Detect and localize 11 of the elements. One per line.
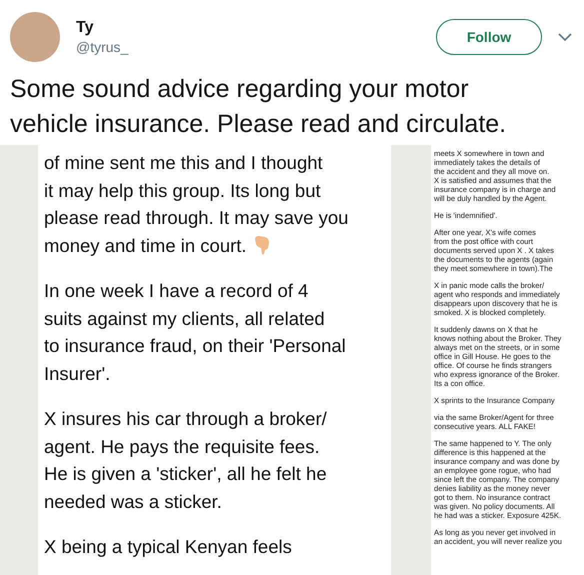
message-paragraph: In one week I have a record of 4 suits against my clients, all related to insurance fraud, on their 'Personal Insurer'.: [44, 279, 347, 386]
avatar-placeholder: [10, 12, 60, 62]
chevron-down-icon[interactable]: [558, 32, 572, 42]
message-paragraph: X insures his car through a broker/ agent. He pays the requisite fees. He is given a 'sticker', all he felt he needed was a sticker.: [44, 407, 328, 514]
author-handle: @tyrus_: [76, 39, 128, 55]
follow-button[interactable]: Follow: [436, 19, 542, 55]
author-name: Ty: [76, 19, 94, 37]
message-paragraph: of mine sent me this and I thought it may help this group. Its long but please read through. It may save you money and time in court.: [44, 151, 350, 258]
pointing-hand-icon: [252, 234, 271, 254]
message-paragraph: X being a typical Kenyan feels: [44, 535, 293, 559]
tweet-text: Some sound advice regarding your motor vehicle insurance. Please read and circulate.: [10, 74, 508, 140]
